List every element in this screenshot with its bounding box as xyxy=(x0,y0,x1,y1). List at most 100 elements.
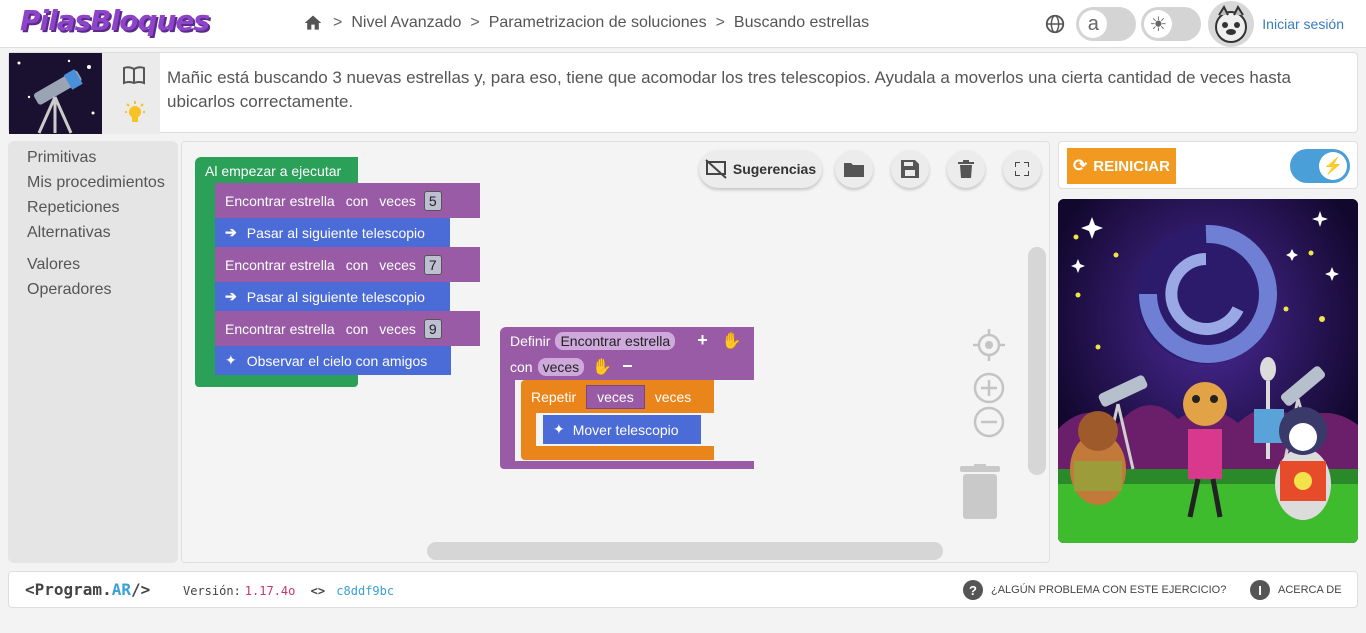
globe-icon[interactable] xyxy=(1044,13,1066,35)
lightbulb-icon[interactable] xyxy=(124,101,146,125)
recenter-icon[interactable] xyxy=(973,329,1005,361)
info-icon: i xyxy=(1250,580,1270,600)
param-label: veces xyxy=(379,320,416,337)
hand-icon[interactable]: ✋ xyxy=(722,331,742,351)
vertical-scrollbar[interactable] xyxy=(1028,247,1046,475)
category-operadores[interactable]: Operadores xyxy=(8,278,178,303)
find-star-block[interactable]: Encontrar estrella con veces 7 xyxy=(215,247,480,282)
breadcrumb-topic[interactable]: Parametrizacion de soluciones xyxy=(489,14,707,32)
brand-suffix: /> xyxy=(130,580,151,599)
start-label: Al empezar a ejecutar xyxy=(205,162,342,179)
category-repeticiones[interactable]: Repeticiones xyxy=(8,196,178,221)
report-problem-label: ¿Algún problema con este ejercicio? xyxy=(991,584,1227,596)
reset-button[interactable]: ⟳ REINICIAR xyxy=(1067,148,1176,184)
param-label: con xyxy=(345,256,369,273)
observe-sky-block[interactable]: ✦ Observar el cielo con amigos xyxy=(215,346,451,375)
home-icon[interactable] xyxy=(302,13,324,33)
procedure-name-field[interactable]: Encontrar estrella xyxy=(555,331,676,350)
refresh-icon: ⟳ xyxy=(1073,156,1088,175)
next-telescope-block[interactable]: ➔ Pasar al siguiente telescopio xyxy=(215,282,450,311)
value-input[interactable]: 7 xyxy=(423,254,442,275)
about-link[interactable]: i Acerca de xyxy=(1250,580,1342,600)
version-info: Versión: 1.17.4o <> c8ddf9bc xyxy=(183,584,394,598)
brand-prefix: <Program. xyxy=(25,580,112,599)
move-telescope-block[interactable]: ✦ Mover telescopio xyxy=(543,415,701,444)
program-ar-logo[interactable]: <Program.AR/> xyxy=(25,580,150,599)
find-star-block[interactable]: Encontrar estrella con veces 5 xyxy=(215,183,480,218)
signin-link[interactable]: Iniciar sesión xyxy=(1262,16,1344,32)
breadcrumb-challenge: Buscando estrellas xyxy=(733,14,870,31)
fullscreen-icon xyxy=(1015,162,1029,176)
code-icon: <> xyxy=(310,584,326,598)
hints-button[interactable]: Sugerencias xyxy=(699,150,822,188)
open-button[interactable] xyxy=(835,150,873,188)
param-field[interactable]: veces xyxy=(537,357,585,376)
delete-button[interactable] xyxy=(947,150,985,188)
arrow-right-icon: ➔ xyxy=(225,224,237,240)
start-block-label: Al empezar a ejecutar xyxy=(195,157,358,184)
category-primitivas[interactable]: Primitivas xyxy=(8,146,178,171)
breadcrumb-level[interactable]: Nivel Avanzado xyxy=(351,14,461,32)
find-star-block[interactable]: Encontrar estrella con veces 9 xyxy=(215,311,480,346)
define-label: Definir xyxy=(510,332,551,349)
header-right: a ☀ Iniciar sesión xyxy=(1044,1,1366,47)
avatar[interactable] xyxy=(1208,1,1255,47)
breadcrumb-separator: > xyxy=(715,14,725,31)
turbo-toggle[interactable]: ⚡ xyxy=(1290,149,1350,183)
block-label: Encontrar estrella xyxy=(225,256,335,273)
procedure-params: con veces ✋ − xyxy=(500,354,633,379)
repeat-header: Repetir veces veces xyxy=(521,382,691,412)
version-number: 1.17.4o xyxy=(244,584,296,598)
trash-can-icon[interactable] xyxy=(959,464,1001,520)
zoom-in-icon[interactable] xyxy=(973,372,1005,404)
repeat-label: Repetir xyxy=(531,389,577,405)
block-label: Encontrar estrella xyxy=(225,192,335,209)
challenge-image xyxy=(9,53,102,134)
block-categories: Primitivas Mis procedimientos Repeticion… xyxy=(8,141,178,563)
workspace[interactable]: Al empezar a ejecutar Encontrar estrella… xyxy=(181,141,1050,563)
minus-icon[interactable]: − xyxy=(622,356,633,377)
param-label: con xyxy=(345,320,369,337)
horizontal-scrollbar[interactable] xyxy=(427,542,943,560)
next-telescope-block[interactable]: ➔ Pasar al siguiente telescopio xyxy=(215,218,450,247)
fullscreen-button[interactable] xyxy=(1003,150,1041,188)
category-alternativas[interactable]: Alternativas xyxy=(8,221,178,246)
param-label: veces xyxy=(379,192,416,209)
commit-hash[interactable]: c8ddf9bc xyxy=(336,584,394,598)
book-icon[interactable] xyxy=(122,65,146,85)
breadcrumb-separator: > xyxy=(333,14,343,31)
challenge-description: Mañic está buscando 3 nuevas estrellas y… xyxy=(167,68,1291,111)
save-button[interactable] xyxy=(891,150,929,188)
value-input[interactable]: 5 xyxy=(423,190,442,211)
plus-icon[interactable]: + xyxy=(697,330,708,351)
arrow-right-icon: ➔ xyxy=(225,288,237,304)
version-label: Versión: xyxy=(183,584,241,598)
hand-icon[interactable]: ✋ xyxy=(592,357,612,377)
lightning-icon: ⚡ xyxy=(1319,152,1347,180)
save-icon xyxy=(901,160,919,178)
reset-label: REINICIAR xyxy=(1093,157,1170,175)
top-bar: PilasBloques > Nivel Avanzado > Parametr… xyxy=(0,0,1366,48)
param-label: veces xyxy=(379,256,416,273)
block-label: Mover telescopio xyxy=(572,421,679,438)
block-label: Pasar al siguiente telescopio xyxy=(246,288,425,305)
scene-controls: ⟳ REINICIAR ⚡ xyxy=(1058,141,1358,189)
breadcrumb-separator: > xyxy=(470,14,480,31)
description-side-tools xyxy=(102,53,160,134)
report-problem-link[interactable]: ? ¿Algún problema con este ejercicio? xyxy=(963,580,1226,600)
question-icon: ? xyxy=(963,580,983,600)
theme-toggle[interactable]: ☀ xyxy=(1141,7,1202,41)
category-mis-procedimientos[interactable]: Mis procedimientos xyxy=(8,171,178,196)
telescope-icon: ✦ xyxy=(553,421,565,437)
param-label: con xyxy=(345,192,369,209)
value-input[interactable]: 9 xyxy=(423,318,442,339)
procedure-header: Definir Encontrar estrella + ✋ xyxy=(500,328,742,353)
var-slot[interactable]: veces xyxy=(586,385,645,409)
block-label: Observar el cielo con amigos xyxy=(246,352,428,369)
font-toggle[interactable]: a xyxy=(1076,7,1137,41)
app-logo[interactable]: PilasBloques xyxy=(20,4,210,37)
with-label: con xyxy=(510,358,533,375)
category-valores[interactable]: Valores xyxy=(8,253,178,278)
telescope-icon: ✦ xyxy=(225,352,237,368)
zoom-out-icon[interactable] xyxy=(973,406,1005,438)
